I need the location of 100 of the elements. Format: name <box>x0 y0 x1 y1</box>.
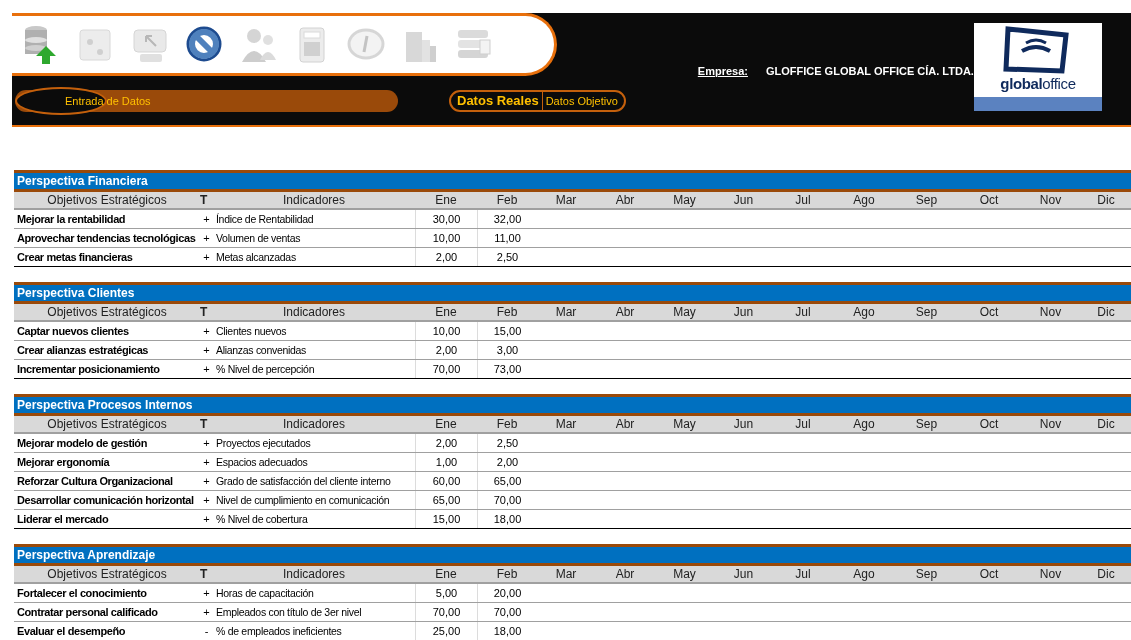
value-cell: 70,00 <box>477 603 537 621</box>
column-header: Indicadores <box>281 304 346 321</box>
column-header: Ene <box>434 416 458 433</box>
nav-bar[interactable]: Entrada de Datos <box>15 90 398 112</box>
value-cell: 20,00 <box>477 584 537 602</box>
type-cell-text: + <box>202 212 211 227</box>
value-cell: 2,00 <box>477 453 537 471</box>
column-header: Jun <box>732 416 755 433</box>
value-cell: 18,00 <box>477 622 537 640</box>
value-cell: 70,00 <box>415 603 477 621</box>
value-cell: 73,00 <box>477 360 537 378</box>
column-header: T <box>200 192 209 209</box>
value-cell: 1,00 <box>415 453 477 471</box>
value-cell: 2,00 <box>415 434 477 452</box>
indicator-cell-text: Grado de satisfacción del cliente interno <box>215 474 392 489</box>
column-header: Ago <box>852 192 876 209</box>
indicator-cell-text: % Nivel de cobertura <box>215 512 309 527</box>
value-cell: 15,00 <box>415 510 477 528</box>
column-header: Mar <box>554 192 578 209</box>
value-cell: 18,00 <box>477 510 537 528</box>
column-header: Jun <box>732 304 755 321</box>
objective-cell-text: Crear alianzas estratégicas <box>16 343 150 358</box>
column-header: Ene <box>434 566 458 583</box>
column-header: Abr <box>614 416 636 433</box>
type-cell-text: - <box>203 624 210 639</box>
logo-text: globaloffice <box>998 76 1078 91</box>
column-header: Oct <box>978 566 1000 583</box>
indicator-cell-text: Volumen de ventas <box>215 231 302 246</box>
objective-cell-text: Contratar personal calificado <box>16 605 159 620</box>
value-cell: 10,00 <box>415 322 477 340</box>
column-header: Jun <box>732 192 755 209</box>
value-cell: 2,00 <box>415 341 477 359</box>
value-cell: 15,00 <box>477 322 537 340</box>
column-header: May <box>672 304 697 321</box>
value-cell: 2,00 <box>415 248 477 266</box>
type-cell-text: + <box>202 512 211 527</box>
type-cell-text: + <box>202 362 211 377</box>
column-header: Ene <box>434 192 458 209</box>
company-label: Empresa: <box>697 64 748 79</box>
column-header: Objetivos Estratégicos <box>46 304 168 321</box>
column-header: Jul <box>794 566 812 583</box>
objective-cell-text: Evaluar el desempeño <box>16 624 127 639</box>
value-cell: 32,00 <box>477 210 537 228</box>
column-header: Mar <box>554 566 578 583</box>
column-header: Abr <box>614 192 636 209</box>
column-header: Abr <box>614 304 636 321</box>
data-toggle-option[interactable]: Datos Objetivo <box>542 92 618 110</box>
section-title: Perspectiva Aprendizaje <box>14 544 1131 566</box>
column-header: Dic <box>1096 192 1116 209</box>
type-cell-text: + <box>202 231 211 246</box>
objective-cell-text: Incrementar posicionamiento <box>16 362 161 377</box>
indicator-cell-text: Alianzas convenidas <box>215 343 308 358</box>
column-header: Dic <box>1096 304 1116 321</box>
column-header: Mar <box>554 416 578 433</box>
objective-cell-text: Captar nuevos clientes <box>16 324 130 339</box>
column-header: Feb <box>495 304 519 321</box>
column-header: Jul <box>794 192 812 209</box>
objective-cell-text: Aprovechar tendencias tecnológicas <box>16 231 197 246</box>
company-name: GLOFFICE GLOBAL OFFICE CÍA. LTDA. <box>765 64 974 79</box>
value-cell: 3,00 <box>477 341 537 359</box>
objective-cell-text: Reforzar Cultura Organizacional <box>16 474 174 489</box>
value-cell: 70,00 <box>477 491 537 509</box>
column-header: Oct <box>978 304 1000 321</box>
nav-label: Entrada de Datos <box>65 93 151 109</box>
column-header: Indicadores <box>281 566 346 583</box>
indicator-cell-text: Nivel de cumplimiento en comunicación <box>215 493 391 508</box>
section-title: Perspectiva Procesos Internos <box>14 394 1131 416</box>
column-header: Sep <box>914 304 939 321</box>
value-cell: 60,00 <box>415 472 477 490</box>
type-cell-text: + <box>202 436 211 451</box>
indicator-cell-text: Metas alcanzadas <box>215 250 297 265</box>
indicator-cell-text: Proyectos ejecutados <box>215 436 312 451</box>
column-header: Nov <box>1038 416 1063 433</box>
column-header: Objetivos Estratégicos <box>46 192 168 209</box>
column-header: Nov <box>1038 304 1063 321</box>
column-header: Abr <box>614 566 636 583</box>
section-title: Perspectiva Clientes <box>14 282 1131 304</box>
column-header: Nov <box>1038 192 1063 209</box>
type-cell-text: + <box>202 586 211 601</box>
column-header: Indicadores <box>281 192 346 209</box>
column-header: Sep <box>914 566 939 583</box>
column-header: Jun <box>732 566 755 583</box>
value-cell: 11,00 <box>477 229 537 247</box>
data-toggle-option[interactable]: Datos Reales <box>457 91 543 111</box>
column-header: Objetivos Estratégicos <box>46 416 168 433</box>
value-cell: 2,50 <box>477 434 537 452</box>
value-cell: 70,00 <box>415 360 477 378</box>
column-header: May <box>672 416 697 433</box>
objective-cell-text: Fortalecer el conocimiento <box>16 586 148 601</box>
value-cell: 25,00 <box>415 622 477 640</box>
indicator-cell-text: Índice de Rentabilidad <box>215 212 315 227</box>
indicator-cell-text: Horas de capacitación <box>215 586 315 601</box>
indicator-cell-text: Clientes nuevos <box>215 324 288 339</box>
logo-icon <box>1002 25 1072 77</box>
column-header: Ene <box>434 304 458 321</box>
type-cell-text: + <box>202 343 211 358</box>
objective-cell-text: Mejorar ergonomía <box>16 455 111 470</box>
indicator-cell-text: % de empleados ineficientes <box>215 624 343 639</box>
value-cell: 65,00 <box>415 491 477 509</box>
column-header: Oct <box>978 416 1000 433</box>
